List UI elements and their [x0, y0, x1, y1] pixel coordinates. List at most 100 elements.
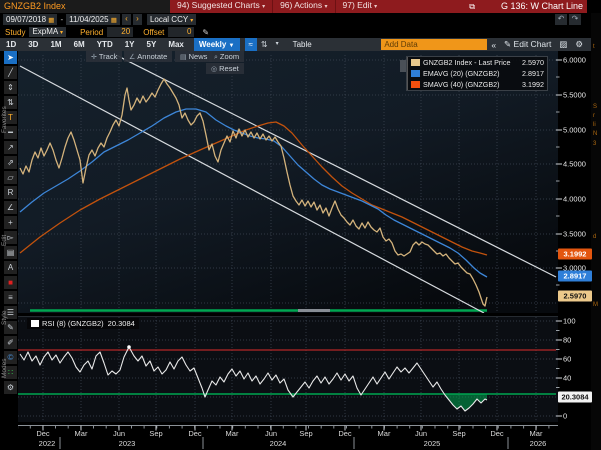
date-dash: -: [60, 15, 63, 24]
track-button[interactable]: ✛Track: [86, 51, 122, 62]
menu-items: 94) Suggested Charts ▾96) Actions ▾97) E…: [170, 0, 384, 14]
line-width-tool[interactable]: ≡: [4, 291, 17, 304]
annotate-button[interactable]: ∠Annotate: [124, 51, 172, 62]
panel-icon[interactable]: ▨: [555, 39, 571, 50]
range-button-ytd[interactable]: YTD: [91, 38, 119, 51]
range-button-max[interactable]: Max: [162, 38, 190, 51]
move-tool[interactable]: +: [4, 216, 17, 229]
legend-item[interactable]: EMAVG (20) (GNZGB2)2.8917: [407, 68, 547, 79]
range-button-6m[interactable]: 6M: [68, 38, 91, 51]
chart-template-tag: G 136: W Chart Line: [501, 0, 583, 13]
menu-item[interactable]: 96) Actions ▾: [272, 0, 334, 14]
sort-icon[interactable]: ⇅: [257, 38, 272, 51]
menu-item[interactable]: 94) Suggested Charts ▾: [170, 0, 272, 14]
period-input[interactable]: 20: [107, 27, 133, 37]
axis-tick-label: 3.5000: [563, 230, 586, 239]
x-axis-month-label: Dec: [490, 429, 503, 438]
undo-button[interactable]: ↶: [555, 14, 567, 25]
adjacent-panel-edge: tSrliN3dM: [591, 13, 601, 450]
rsi-badge: 20.3084: [558, 392, 592, 403]
next-period-button[interactable]: ›: [133, 14, 142, 25]
line-chart-type-icon[interactable]: ≈: [245, 38, 257, 51]
chevron-down-icon: ▼: [229, 43, 235, 49]
x-axis-month-label: Jun: [265, 429, 277, 438]
x-axis-month-label: Dec: [188, 429, 201, 438]
color-swatch-tool[interactable]: ■: [4, 276, 17, 289]
x-axis-year-label: 2025: [424, 439, 441, 448]
legend-item[interactable]: SMAVG (40) (GNZGB2)3.1992: [407, 79, 547, 90]
x-axis-month-label: Dec: [338, 429, 351, 438]
cursor-tool[interactable]: ➤: [4, 51, 17, 64]
edit-chart-button[interactable]: ✎ Edit Chart: [500, 39, 555, 50]
line-tool[interactable]: ╱: [4, 66, 17, 79]
legend-drag-handle[interactable]: [400, 60, 406, 72]
date-from-field[interactable]: 09/07/2018 ▦: [3, 14, 57, 25]
angle-tool[interactable]: ∠: [4, 201, 17, 214]
gear-icon[interactable]: ⚙: [571, 39, 587, 50]
clipped-text-fragment: li: [593, 122, 596, 128]
range-buttons: 1D3D1M6MYTD1Y5YMax: [0, 38, 190, 51]
legend-item[interactable]: GNZGB2 Index - Last Price2.5970: [407, 57, 547, 68]
clipped-text-fragment: d: [593, 234, 596, 240]
sidebar-section-label: Edit: [1, 235, 8, 246]
legend-label: SMAVG (40) (GNZGB2): [423, 80, 500, 89]
date-to-field[interactable]: 11/04/2025 ▦: [66, 14, 120, 25]
range-button-5y[interactable]: 5Y: [141, 38, 163, 51]
rsi-legend[interactable]: RSI (8) (GNZGB2) 20.3084: [27, 318, 139, 329]
chart-legend: GNZGB2 Index - Last Price2.5970EMAVG (20…: [406, 56, 548, 91]
clipboard-tool[interactable]: ▤: [4, 246, 17, 259]
edit-study-pencil-icon[interactable]: ✎: [202, 28, 209, 37]
rsi-peak-marker: [127, 345, 131, 349]
sidebar-section-label: Style: [1, 311, 8, 325]
add-data-input[interactable]: [381, 39, 487, 50]
regression-tool[interactable]: R: [4, 186, 17, 199]
emavg-badge: 2.8917: [558, 271, 592, 282]
currency-select[interactable]: Local CCY ▾: [147, 14, 196, 25]
title-bar: GNZGB2 Index 94) Suggested Charts ▾96) A…: [0, 0, 601, 13]
date-range-bar: 09/07/2018 ▦ - 11/04/2025 ▦ ‹ › Local CC…: [0, 13, 601, 26]
offset-input[interactable]: 0: [168, 27, 194, 37]
zoom-button[interactable]: ⌕Zoom: [209, 51, 244, 62]
export-icon[interactable]: ⧉: [469, 0, 475, 13]
range-button-3d[interactable]: 3D: [22, 38, 44, 51]
clipped-text-fragment: t: [593, 44, 595, 50]
x-axis-month-label: Sep: [452, 429, 465, 438]
rsi-panel-bg: [18, 317, 558, 422]
table-button[interactable]: Table: [283, 40, 322, 49]
frequency-value: Weekly: [199, 40, 226, 49]
chevron-down-icon[interactable]: ▾: [272, 38, 283, 51]
range-button-1y[interactable]: 1Y: [119, 38, 141, 51]
frequency-select[interactable]: Weekly ▼: [194, 38, 240, 51]
range-button-1m[interactable]: 1M: [44, 38, 67, 51]
annotate-pen-tool[interactable]: ✐: [4, 336, 17, 349]
legend-swatch: [411, 81, 420, 88]
news-icon: ▤: [180, 54, 187, 61]
x-axis-month-label: Mar: [530, 429, 543, 438]
zoom-icon: ⌕: [214, 54, 218, 61]
calendar-icon[interactable]: ▦: [111, 17, 117, 24]
calendar-icon[interactable]: ▦: [48, 17, 54, 24]
clipped-text-fragment: S: [593, 104, 597, 110]
clipped-text-fragment: N: [593, 131, 597, 137]
prev-period-button[interactable]: ‹: [122, 14, 131, 25]
chevron-down-icon: ▾: [374, 4, 377, 10]
news-button[interactable]: ▤News: [175, 51, 212, 62]
rsi-swatch: [31, 320, 39, 327]
collapse-icon[interactable]: «: [487, 40, 500, 50]
measure-tool[interactable]: ⇕: [4, 81, 17, 94]
chart-toolbar: 1D3D1M6MYTD1Y5YMax Weekly ▼ ≈ ⇅ ▾ Table …: [0, 38, 601, 51]
redo-button[interactable]: ↷: [569, 14, 581, 25]
settings-gear[interactable]: ⚙: [4, 381, 17, 394]
x-axis-year-label: 2024: [270, 439, 287, 448]
font-tool[interactable]: A: [4, 261, 17, 274]
axis-tick-label: 4.5000: [563, 160, 586, 169]
range-button-1d[interactable]: 1D: [0, 38, 22, 51]
reset-button[interactable]: ◎Reset: [206, 63, 244, 74]
arrow-tool[interactable]: ⇗: [4, 156, 17, 169]
trendline-tool[interactable]: ↗: [4, 141, 17, 154]
menu-item[interactable]: 97) Edit ▾: [335, 0, 385, 14]
chevron-down-icon: ▾: [60, 30, 63, 36]
channel-tool[interactable]: ▱: [4, 171, 17, 184]
legend-value: 2.5970: [522, 58, 544, 67]
study-select[interactable]: ExpMA ▾: [29, 27, 66, 37]
